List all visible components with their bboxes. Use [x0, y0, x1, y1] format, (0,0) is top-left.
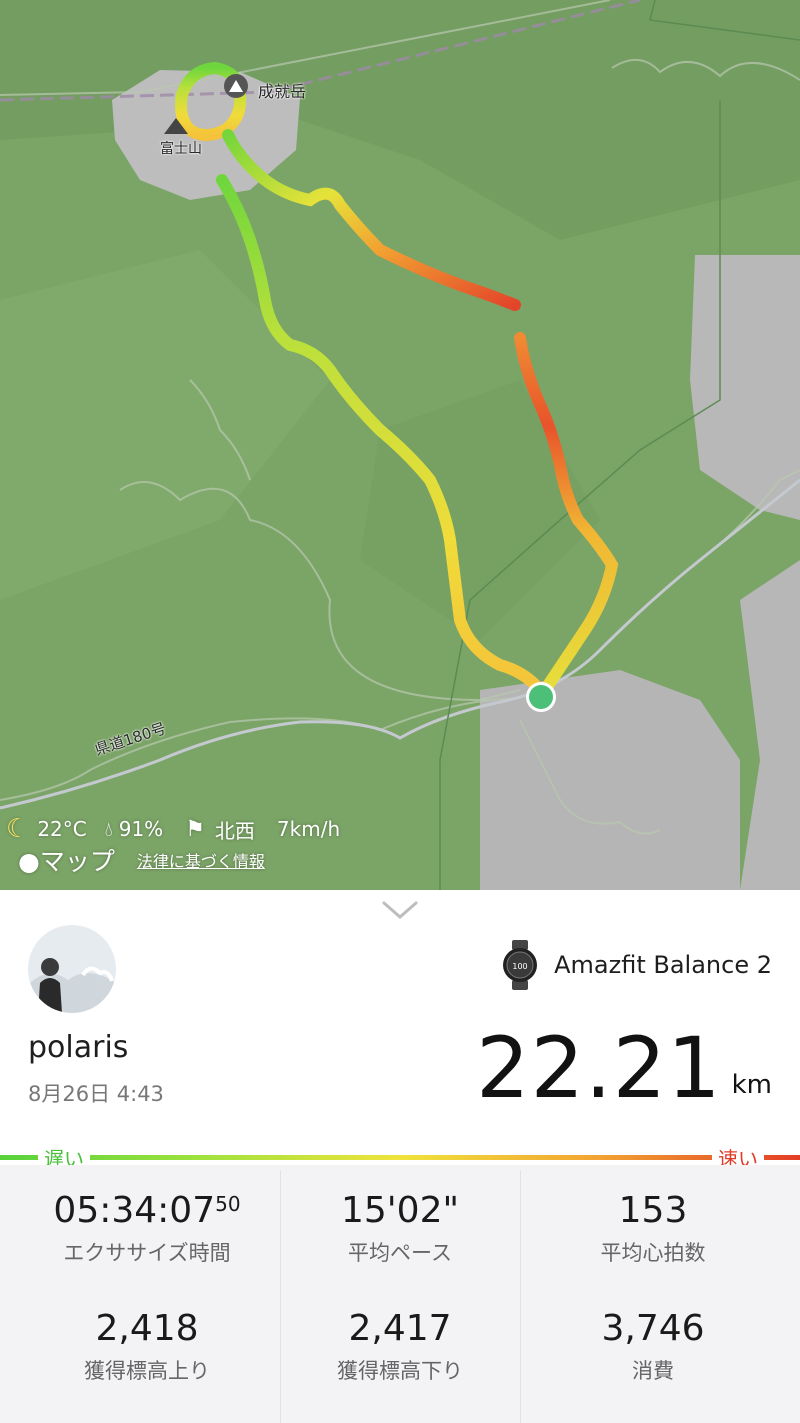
user-name: polaris: [28, 1030, 129, 1065]
avatar[interactable]: [28, 925, 116, 1013]
humidity: 91%: [118, 817, 164, 841]
device-name: Amazfit Balance 2: [554, 951, 772, 979]
workout-date: 8月26日 4:43: [28, 1082, 164, 1106]
pace-gradient-bar: [0, 1155, 800, 1160]
map-attribution: ●マップ 法律に基づく情報: [18, 842, 265, 878]
peak-label: 成就岳: [258, 82, 307, 101]
route-map[interactable]: 成就岳 富士山 県道180号 ☾ 22°C 💧︎ 91% ⚑ 北西 7km/h …: [0, 0, 800, 890]
wind-direction: 北西: [214, 818, 255, 843]
stat-average-pace: 15'02" 平均ペース: [340, 1190, 460, 1265]
svg-text:100: 100: [512, 962, 527, 971]
legal-link[interactable]: 法律に基づく情報: [137, 848, 265, 872]
stat-calories: 3,746 消費: [601, 1308, 705, 1383]
weather-bar: ☾ 22°C 💧︎ 91% ⚑ 北西 7km/h: [6, 814, 340, 844]
distance-value: 22.21: [476, 1019, 722, 1117]
fuji-label: 富士山: [160, 141, 202, 157]
wind-speed: 7km/h: [276, 817, 341, 841]
temperature: 22°C: [37, 817, 87, 841]
watch-icon: 100: [503, 940, 538, 990]
humidity-icon: 💧︎: [104, 817, 113, 841]
stat-elevation-gain: 2,418 獲得標高上り: [84, 1308, 210, 1383]
distance-unit: km: [731, 1070, 772, 1100]
stat-exercise-time: 05:34:0750 エクササイズ時間: [53, 1190, 241, 1265]
stat-average-heart-rate: 153 平均心拍数: [600, 1190, 706, 1265]
stat-elevation-loss: 2,417 獲得標高下り: [337, 1308, 463, 1383]
chevron-down-icon[interactable]: [382, 900, 418, 920]
avatar-image: [28, 925, 116, 1013]
device-info: 100 Amazfit Balance 2: [500, 940, 772, 990]
wind-flag-icon: ⚑: [185, 816, 205, 842]
maps-logo: ●マップ: [18, 847, 115, 876]
map-canvas: [0, 0, 800, 890]
distance: 22.21 km: [476, 1020, 772, 1116]
moon-icon: ☾: [6, 814, 30, 844]
apple-icon: ●: [18, 847, 40, 876]
